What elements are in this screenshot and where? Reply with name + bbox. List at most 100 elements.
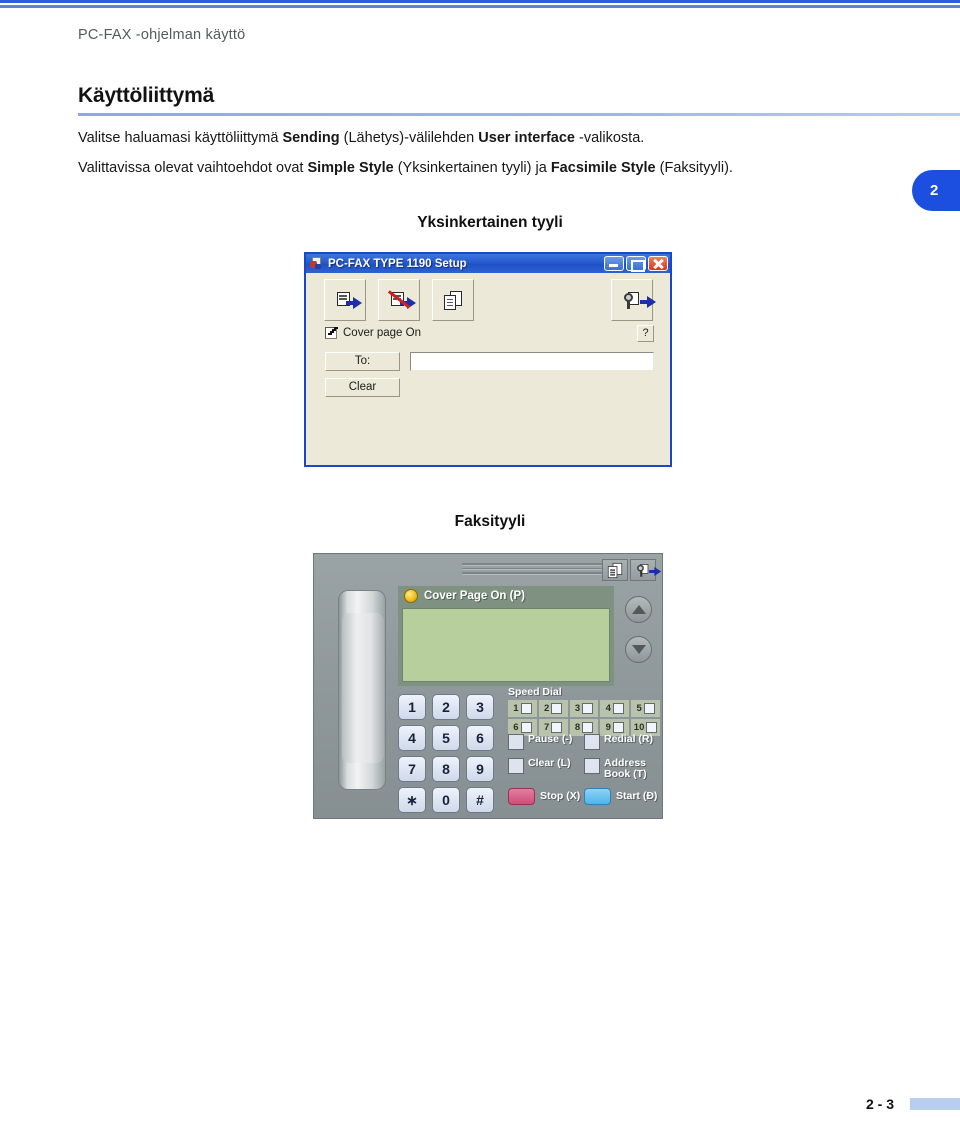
fax-address-book-button[interactable]	[602, 559, 628, 581]
key-8[interactable]: 8	[432, 756, 460, 782]
maximize-button[interactable]	[626, 256, 646, 272]
to-input[interactable]	[410, 352, 654, 371]
key-5[interactable]: 5	[432, 725, 460, 751]
speed-dial-item[interactable]: 5	[631, 700, 660, 717]
key-1[interactable]: 1	[398, 694, 426, 720]
speed-dial-checkbox[interactable]	[582, 703, 594, 714]
cover-page-checkbox-label: Cover page On	[343, 327, 421, 339]
redial-button-box[interactable]	[584, 734, 600, 750]
speed-dial-checkbox[interactable]	[582, 722, 594, 733]
para1-text-1: Valitse haluamasi käyttöliittymä	[78, 130, 283, 146]
fax-vent-slots	[462, 563, 622, 574]
key-7[interactable]: 7	[398, 756, 426, 782]
page-top-rule	[0, 0, 960, 8]
paragraph-1: Valitse haluamasi käyttöliittymä Sending…	[78, 129, 644, 147]
para2-text-2: (Yksinkertainen tyyli) ja	[393, 160, 551, 176]
speed-dial-item[interactable]: 4	[600, 700, 630, 717]
speed-dial-title: Speed Dial	[508, 686, 562, 698]
stop-button[interactable]: Stop (X)	[508, 788, 584, 806]
clear-button[interactable]: Clear	[325, 378, 400, 397]
heading-underline	[78, 113, 960, 116]
to-button[interactable]: To:	[325, 352, 400, 371]
minimize-button[interactable]	[604, 256, 624, 271]
key-0[interactable]: 0	[432, 787, 460, 813]
address-book-icon	[444, 290, 462, 310]
dialog-title: PC-FAX TYPE 1190 Setup	[328, 257, 467, 270]
speed-dial-checkbox[interactable]	[551, 722, 563, 733]
caption-simple-style: Yksinkertainen tyyli	[417, 214, 563, 231]
scroll-up-button[interactable]	[625, 596, 652, 623]
stop-button-box[interactable]	[508, 788, 535, 806]
address-book-button-box[interactable]	[584, 758, 600, 774]
speed-dial-item[interactable]: 2	[538, 700, 568, 717]
pause-button-box[interactable]	[508, 734, 524, 750]
setup-button[interactable]	[611, 279, 656, 321]
speed-dial-checkbox[interactable]	[551, 703, 563, 714]
clear-button-box[interactable]	[508, 758, 524, 774]
fax-topbar	[322, 558, 661, 584]
address-book-button[interactable]: Address Book (T)	[584, 757, 660, 780]
cover-page-checkbox[interactable]: Cover page On	[325, 327, 421, 339]
key-4[interactable]: 4	[398, 725, 426, 751]
scroll-down-button[interactable]	[625, 636, 652, 663]
key-2[interactable]: 2	[432, 694, 460, 720]
speed-dial-checkbox[interactable]	[520, 722, 532, 733]
pcfax-app-icon	[310, 257, 323, 270]
address-book-button[interactable]	[432, 279, 474, 321]
send-fax-without-cover-icon	[388, 290, 416, 309]
speed-dial-checkbox[interactable]	[520, 703, 532, 714]
key-3[interactable]: 3	[466, 694, 494, 720]
function-row-2: Clear (L) Address Book (T)	[508, 757, 660, 780]
redial-button[interactable]: Redial (R)	[584, 733, 660, 750]
speed-dial-item[interactable]: 3	[569, 700, 599, 717]
clear-button[interactable]: Clear (L)	[508, 757, 584, 780]
address-book-icon	[607, 562, 623, 578]
send-fax-without-cover-button[interactable]	[378, 279, 420, 321]
close-button[interactable]	[648, 256, 668, 271]
para2-bold-1: Simple Style	[307, 160, 394, 176]
clear-button-label: Clear (L)	[528, 757, 571, 769]
speed-dial-number: 7	[544, 722, 550, 733]
key-hash[interactable]: #	[466, 787, 494, 813]
chapter-tab: 2	[912, 170, 960, 211]
footer-accent-bar	[910, 1098, 960, 1110]
pause-button-label: Pause (-)	[528, 733, 573, 745]
stop-button-label: Stop (X)	[540, 790, 581, 803]
speed-dial-checkbox[interactable]	[612, 703, 624, 714]
speed-dial-number: 2	[544, 703, 550, 714]
para2-text-1: Valittavissa olevat vaihtoehdot ovat	[78, 160, 308, 176]
cover-page-led-icon[interactable]	[404, 589, 418, 603]
fax-keypad: 1 2 3 4 5 6 7 8 9 ∗ 0 #	[398, 694, 494, 818]
para1-bold-2: User interface	[478, 130, 575, 146]
speed-dial-checkbox[interactable]	[612, 722, 624, 733]
speed-dial-checkbox[interactable]	[643, 703, 655, 714]
top-rule-line-2	[0, 5, 960, 8]
cover-page-checkbox-box[interactable]	[325, 327, 337, 339]
pause-button[interactable]: Pause (-)	[508, 733, 584, 750]
setup-icon	[623, 291, 656, 309]
key-9[interactable]: 9	[466, 756, 494, 782]
speed-dial-number: 8	[574, 722, 581, 733]
speed-dial-item[interactable]: 1	[508, 700, 537, 717]
chapter-number: 2	[930, 182, 939, 199]
speed-dial-number: 4	[605, 703, 611, 714]
speed-dial-number: 5	[636, 703, 642, 714]
start-button[interactable]: Start (Ð)	[584, 788, 660, 806]
fax-setup-button[interactable]	[630, 559, 661, 581]
key-6[interactable]: 6	[466, 725, 494, 751]
keypad-row: ∗ 0 #	[398, 787, 494, 813]
fax-lcd-screen[interactable]	[402, 608, 610, 682]
running-header: PC-FAX -ohjelman käyttö	[78, 27, 246, 43]
speed-dial-checkbox[interactable]	[646, 722, 658, 733]
start-button-box[interactable]	[584, 788, 611, 806]
send-fax-button[interactable]	[324, 279, 366, 321]
key-asterisk[interactable]: ∗	[398, 787, 426, 813]
speed-dial-number: 10	[633, 722, 645, 733]
help-button[interactable]: ?	[637, 325, 654, 342]
fax-handset	[338, 590, 386, 790]
keypad-row: 4 5 6	[398, 725, 494, 751]
footer-page-number: 2 - 3	[866, 1096, 895, 1112]
scroll-down-icon	[631, 645, 646, 654]
dialog-toolbar	[312, 279, 664, 323]
scroll-up-icon	[631, 605, 646, 614]
